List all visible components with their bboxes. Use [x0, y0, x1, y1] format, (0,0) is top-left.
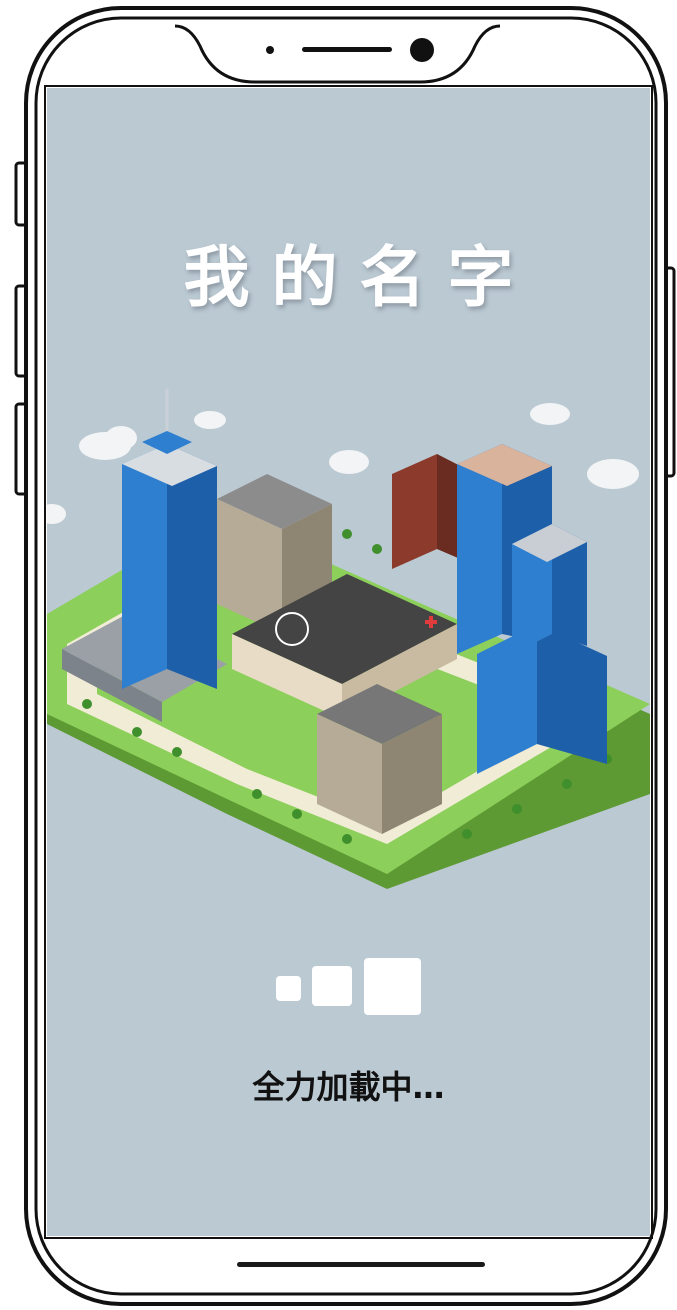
speaker-icon — [302, 47, 392, 52]
city-illustration — [47, 389, 650, 889]
home-indicator[interactable] — [237, 1262, 485, 1267]
loading-status-text: 全力加載中… — [252, 1068, 445, 1106]
office-tower-left — [122, 389, 217, 689]
office-block-front — [317, 684, 442, 834]
loader-square-small — [276, 976, 301, 1001]
app-screen: 我的名字 全力加載中… — [47, 88, 650, 1236]
loader-square-medium — [312, 966, 352, 1006]
speaker-dot — [266, 46, 274, 54]
camera-icon — [410, 38, 434, 62]
loader-square-large — [364, 958, 421, 1015]
app-title: 我的名字 — [183, 239, 536, 316]
